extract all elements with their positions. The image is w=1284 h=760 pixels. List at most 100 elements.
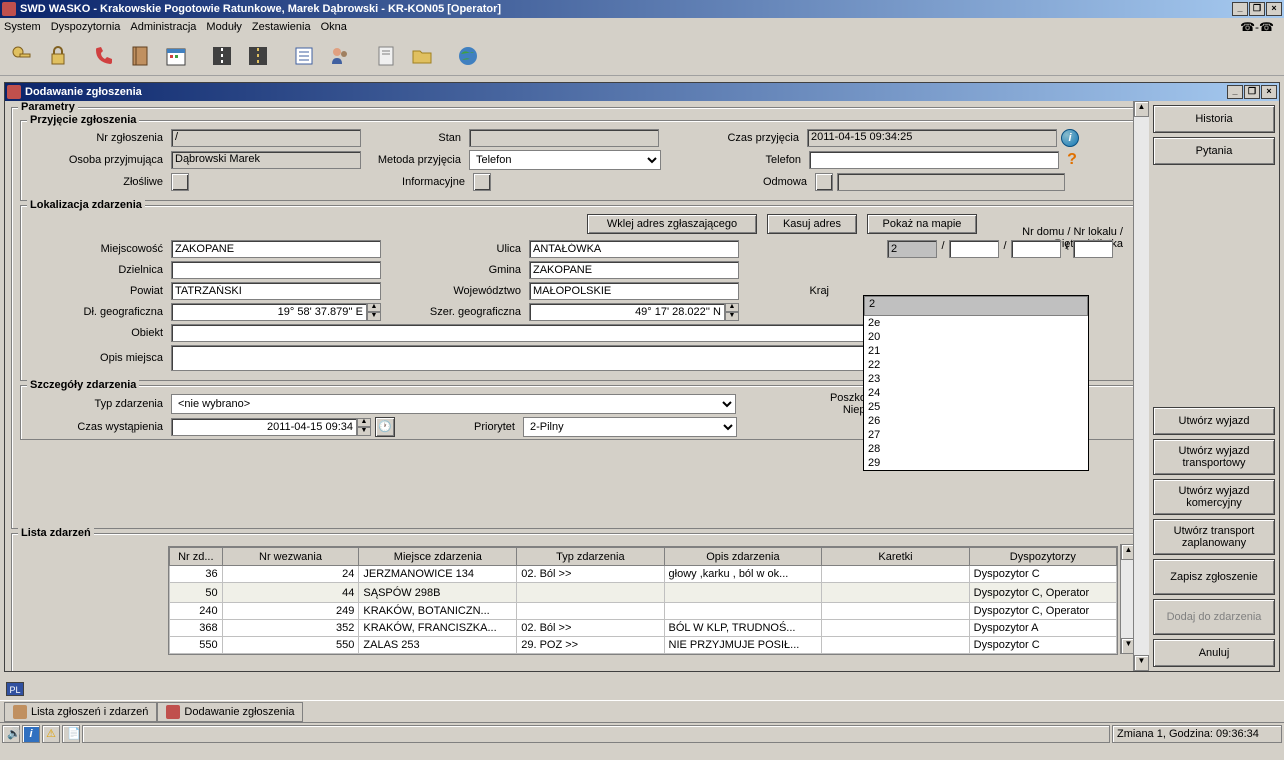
th-opis[interactable]: Opis zdarzenia xyxy=(664,548,822,566)
klatka-input[interactable] xyxy=(1073,240,1113,258)
nrlokalu-input[interactable] xyxy=(949,240,999,258)
dropdown-item[interactable]: 20 xyxy=(864,330,1088,344)
tab-lista[interactable]: Lista zgłoszeń i zdarzeń xyxy=(4,702,157,722)
typ-zdarzenia-select[interactable]: <nie wybrano> xyxy=(171,394,736,414)
dropdown-item[interactable]: 27 xyxy=(864,428,1088,442)
form-scroll-down-button[interactable]: ▼ xyxy=(1134,655,1149,671)
table-row[interactable]: 368352KRAKÓW, FRANCISZKA...02. Ból >>BÓL… xyxy=(170,620,1117,637)
tool-road2-icon[interactable] xyxy=(242,40,274,72)
table-row[interactable]: 550550ZALAS 25329. POZ >>NIE PRZYJMUJE P… xyxy=(170,637,1117,654)
clock-button[interactable]: 🕐 xyxy=(375,417,395,437)
telefon-input[interactable] xyxy=(809,151,1059,169)
miejscowosc-input[interactable] xyxy=(171,240,381,258)
czas-up-button[interactable]: ▲ xyxy=(357,418,371,427)
tab-dodawanie[interactable]: Dodawanie zgłoszenia xyxy=(157,702,303,722)
dropdown-item[interactable]: 21 xyxy=(864,344,1088,358)
dlgeo-down-button[interactable]: ▼ xyxy=(367,312,381,321)
pokaz-mapa-button[interactable]: Pokaż na mapie xyxy=(867,214,977,234)
info-icon[interactable]: i xyxy=(1061,129,1079,147)
metoda-select[interactable]: Telefon xyxy=(469,150,661,170)
tool-key1-icon[interactable] xyxy=(6,40,38,72)
th-nrzd[interactable]: Nr zd... xyxy=(170,548,223,566)
obiekt-input[interactable] xyxy=(171,324,871,342)
form-scrollbar[interactable]: ▲ ▼ xyxy=(1133,101,1149,671)
tool-folder-icon[interactable] xyxy=(406,40,438,72)
th-karetki[interactable]: Karetki xyxy=(822,548,969,566)
menu-zestawienia[interactable]: Zestawienia xyxy=(252,21,311,33)
dlgeo-up-button[interactable]: ▲ xyxy=(367,303,381,312)
status-info-icon[interactable]: i xyxy=(22,725,40,743)
menu-okna[interactable]: Okna xyxy=(321,21,347,33)
tool-phone-icon[interactable] xyxy=(88,40,120,72)
odmowa-checkbox[interactable] xyxy=(815,173,833,191)
powiat-input[interactable] xyxy=(171,282,381,300)
th-wezwania[interactable]: Nr wezwania xyxy=(222,548,359,566)
tool-report-icon[interactable] xyxy=(370,40,402,72)
utworz-transport-button[interactable]: Utwórz transport zaplanowany xyxy=(1153,519,1275,555)
table-row[interactable]: 5044SĄSPÓW 298BDyspozytor C, Operator xyxy=(170,583,1117,603)
zlosliwe-checkbox[interactable] xyxy=(171,173,189,191)
restore-button[interactable]: ❐ xyxy=(1249,2,1265,16)
szgeo-input[interactable] xyxy=(529,303,725,321)
tool-lock-icon[interactable] xyxy=(42,40,74,72)
dropdown-item[interactable]: 2e xyxy=(864,316,1088,330)
status-warn-icon[interactable]: ⚠ xyxy=(42,725,60,743)
mdi-restore-button[interactable]: ❐ xyxy=(1244,85,1260,99)
opis-miejsca-input[interactable] xyxy=(171,345,871,371)
th-typ[interactable]: Typ zdarzenia xyxy=(517,548,664,566)
status-sound-icon[interactable]: 🔊 xyxy=(2,725,20,743)
informacyjne-checkbox[interactable] xyxy=(473,173,491,191)
tool-users-icon[interactable] xyxy=(324,40,356,72)
tool-road-icon[interactable] xyxy=(206,40,238,72)
menu-moduly[interactable]: Moduły xyxy=(206,21,241,33)
nrdomu-input[interactable] xyxy=(887,240,937,258)
dlgeo-input[interactable] xyxy=(171,303,367,321)
utworz-wyjazd-kom-button[interactable]: Utwórz wyjazd komercyjny xyxy=(1153,479,1275,515)
phone-indicator-icon[interactable]: ☎-☎ xyxy=(1240,20,1274,34)
close-button[interactable]: × xyxy=(1266,2,1282,16)
dropdown-item[interactable]: 28 xyxy=(864,442,1088,456)
menu-system[interactable]: System xyxy=(4,21,41,33)
wklej-adres-button[interactable]: Wklej adres zgłaszającego xyxy=(587,214,757,234)
czas-wystapienia-input[interactable] xyxy=(171,418,357,436)
menu-dyspozytornia[interactable]: Dyspozytornia xyxy=(51,21,121,33)
tool-globe-icon[interactable] xyxy=(452,40,484,72)
language-indicator[interactable]: PL xyxy=(6,682,24,696)
zapisz-button[interactable]: Zapisz zgłoszenie xyxy=(1153,559,1275,595)
table-row[interactable]: 3624JERZMANOWICE 13402. Ból >>głowy ,kar… xyxy=(170,566,1117,583)
utworz-wyjazd-button[interactable]: Utwórz wyjazd xyxy=(1153,407,1275,435)
mdi-minimize-button[interactable]: _ xyxy=(1227,85,1243,99)
dropdown-item[interactable]: 24 xyxy=(864,386,1088,400)
dropdown-item[interactable]: 25 xyxy=(864,400,1088,414)
szgeo-up-button[interactable]: ▲ xyxy=(725,303,739,312)
szgeo-down-button[interactable]: ▼ xyxy=(725,312,739,321)
tool-notebook-icon[interactable] xyxy=(124,40,156,72)
table-row[interactable]: 240249KRAKÓW, BOTANICZN...Dyspozytor C, … xyxy=(170,603,1117,620)
kasuj-adres-button[interactable]: Kasuj adres xyxy=(767,214,857,234)
dropdown-item[interactable]: 22 xyxy=(864,358,1088,372)
pietro-input[interactable] xyxy=(1011,240,1061,258)
czas-down-button[interactable]: ▼ xyxy=(357,427,371,436)
nrdomu-dropdown[interactable]: 2 2e 20 21 22 23 24 25 26 27 28 29 xyxy=(863,295,1089,471)
priorytet-select[interactable]: 2-Pilny xyxy=(523,417,737,437)
minimize-button[interactable]: _ xyxy=(1232,2,1248,16)
menu-administracja[interactable]: Administracja xyxy=(130,21,196,33)
anuluj-button[interactable]: Anuluj xyxy=(1153,639,1275,667)
dzielnica-input[interactable] xyxy=(171,261,381,279)
pytania-button[interactable]: Pytania xyxy=(1153,137,1275,165)
th-dysp[interactable]: Dyspozytorzy xyxy=(969,548,1116,566)
ulica-input[interactable] xyxy=(529,240,739,258)
tool-calendar-icon[interactable] xyxy=(160,40,192,72)
th-miejsce[interactable]: Miejsce zdarzenia xyxy=(359,548,517,566)
help-icon[interactable]: ? xyxy=(1063,151,1081,169)
historia-button[interactable]: Historia xyxy=(1153,105,1275,133)
gmina-input[interactable] xyxy=(529,261,739,279)
utworz-wyjazd-trans-button[interactable]: Utwórz wyjazd transportowy xyxy=(1153,439,1275,475)
mdi-close-button[interactable]: × xyxy=(1261,85,1277,99)
dropdown-item[interactable]: 2 xyxy=(864,296,1088,316)
dropdown-item[interactable]: 26 xyxy=(864,414,1088,428)
dropdown-item[interactable]: 23 xyxy=(864,372,1088,386)
dropdown-item[interactable]: 29 xyxy=(864,456,1088,470)
tool-list-icon[interactable] xyxy=(288,40,320,72)
woj-input[interactable] xyxy=(529,282,739,300)
